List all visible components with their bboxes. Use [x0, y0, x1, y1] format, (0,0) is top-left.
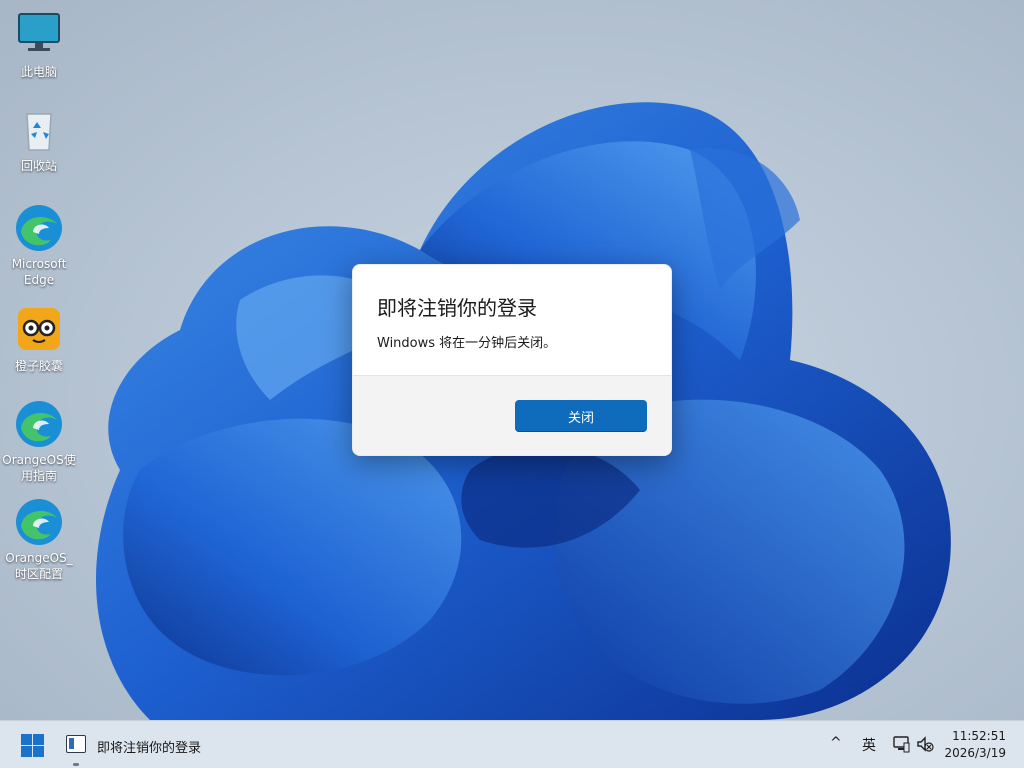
desktop-icon-label: OrangeOS_时区配置: [5, 551, 73, 581]
monitor-icon: [13, 10, 65, 62]
system-clock[interactable]: 11:52:51 2026/3/19: [944, 728, 1006, 762]
desktop-icon-label: 回收站: [20, 159, 57, 173]
desktop-icon-label: Microsoft Edge: [11, 257, 67, 287]
desktop-icon-orangeos-guide[interactable]: OrangeOS使用指南: [0, 398, 78, 484]
input-method-indicator[interactable]: 英: [862, 735, 876, 755]
desktop-icon-this-pc[interactable]: 此电脑: [0, 10, 78, 80]
active-indicator: [73, 763, 79, 766]
taskbar: 即将注销你的登录 ^ 英 11:52:51 2026/3/19: [0, 720, 1024, 768]
clock-time: 11:52:51: [952, 729, 1006, 743]
dialog-message: Windows 将在一分钟后关闭。: [377, 336, 557, 351]
edge-icon: [13, 398, 65, 450]
edge-icon: [13, 202, 65, 254]
desktop-icon-label: 橙子胶囊: [14, 359, 63, 373]
orange-capsule-icon: [13, 304, 65, 356]
dialog-body: 即将注销你的登录 Windows 将在一分钟后关闭。: [353, 265, 671, 376]
start-button[interactable]: [14, 730, 50, 760]
desktop-icon-orange-capsule[interactable]: 橙子胶囊: [0, 304, 78, 374]
windows-logo-icon: [21, 746, 32, 757]
desktop-icon-orangeos-timezone[interactable]: OrangeOS_时区配置: [0, 496, 78, 582]
dialog-title: 即将注销你的登录: [377, 296, 537, 320]
clock-date: 2026/3/19: [944, 746, 1006, 760]
windows-logo-icon: [33, 746, 44, 757]
dialog-footer: 关闭: [353, 376, 671, 455]
windows-logo-icon: [21, 734, 32, 745]
close-button[interactable]: 关闭: [515, 400, 647, 432]
volume-muted-icon[interactable]: [916, 735, 934, 753]
taskbar-item-signout-dialog[interactable]: 即将注销你的登录: [60, 727, 220, 766]
window-icon: [66, 735, 86, 753]
network-icon[interactable]: [892, 735, 910, 753]
taskbar-item-label: 即将注销你的登录: [97, 741, 202, 756]
desktop-icon-microsoft-edge[interactable]: Microsoft Edge: [0, 202, 78, 288]
desktop-icon-label: OrangeOS使用指南: [2, 453, 76, 483]
recycle-bin-icon: [13, 104, 65, 156]
desktop-icon-recycle-bin[interactable]: 回收站: [0, 104, 78, 174]
signout-dialog: 即将注销你的登录 Windows 将在一分钟后关闭。 关闭: [352, 264, 672, 456]
desktop-icon-label: 此电脑: [20, 65, 57, 79]
edge-icon: [13, 496, 65, 548]
desktop: 此电脑 回收站 Microsoft Edge 橙子胶囊 OrangeOS使用指南…: [0, 0, 1024, 720]
windows-logo-icon: [33, 734, 44, 745]
chevron-up-icon[interactable]: ^: [830, 735, 842, 751]
